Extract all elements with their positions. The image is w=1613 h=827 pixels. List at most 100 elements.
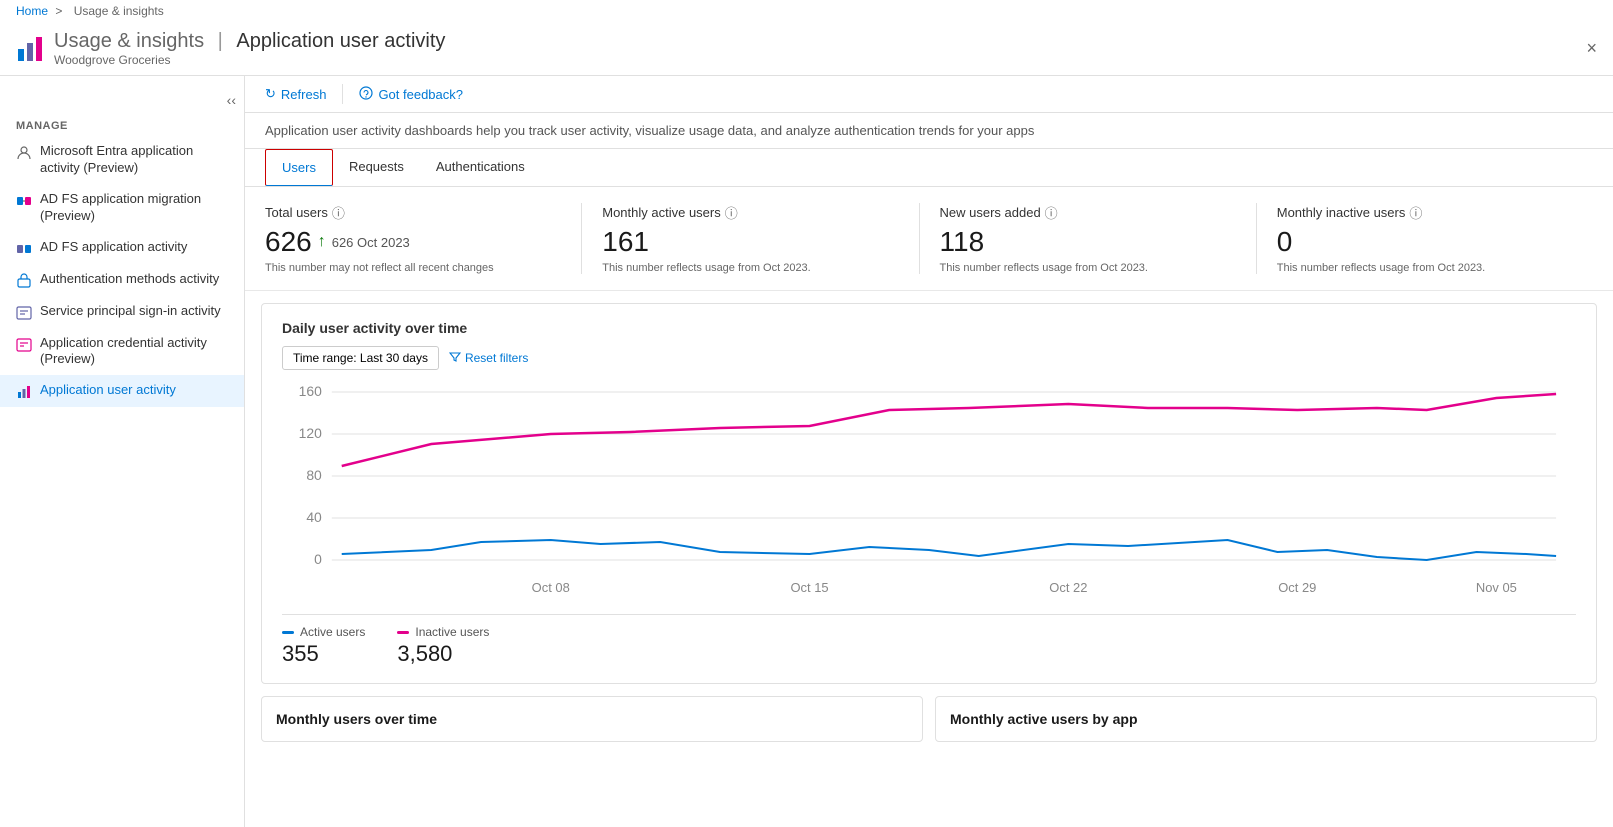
arrow-up-icon: ↑ <box>318 233 326 251</box>
sidebar-label-cred: Application credential activity (Preview… <box>40 335 228 369</box>
active-dot <box>282 631 294 634</box>
sidebar-label-sp: Service principal sign-in activity <box>40 303 221 320</box>
feedback-button[interactable]: Got feedback? <box>359 86 463 103</box>
svg-text:80: 80 <box>306 467 322 483</box>
breadcrumb-sep: > <box>55 4 62 18</box>
stat-new-label: New users added ⓘ <box>940 203 1236 222</box>
breadcrumb: Home > Usage & insights <box>0 0 1613 22</box>
collapse-button[interactable]: ‹‹ <box>227 92 236 108</box>
adfs-icon <box>16 193 32 209</box>
sidebar-label-entra: Microsoft Entra application activity (Pr… <box>40 143 228 177</box>
cred-icon <box>16 337 32 353</box>
svg-text:160: 160 <box>299 383 322 399</box>
adfs2-icon <box>16 241 32 257</box>
sidebar-section-manage: Manage <box>0 112 244 136</box>
inactive-dot <box>397 631 409 634</box>
sidebar-item-app-user[interactable]: Application user activity <box>0 375 244 407</box>
stat-total-users: Total users ⓘ 626 ↑ 626 Oct 2023 This nu… <box>265 203 582 274</box>
header-text: Usage & insights | Application user acti… <box>54 30 445 67</box>
stat-total-change: 626 Oct 2023 <box>332 235 410 250</box>
time-range-button[interactable]: Time range: Last 30 days <box>282 346 439 370</box>
legend-active-label: Active users <box>282 625 365 639</box>
page-title: Usage & insights | Application user acti… <box>54 30 445 53</box>
sidebar-item-service-principal[interactable]: Service principal sign-in activity <box>0 296 244 328</box>
refresh-button[interactable]: ↻ Refresh <box>265 86 326 102</box>
sidebar-label-auth: Authentication methods activity <box>40 271 219 288</box>
app-icon <box>16 384 32 400</box>
header-separator: | <box>218 30 223 52</box>
stat-new-users: New users added ⓘ 118 This number reflec… <box>940 203 1257 274</box>
auth-icon <box>16 273 32 289</box>
stat-total-value: 626 ↑ 626 Oct 2023 <box>265 226 561 258</box>
stat-inactive-value: 0 <box>1277 226 1573 258</box>
legend-inactive-value: 3,580 <box>397 641 489 667</box>
svg-text:120: 120 <box>299 425 322 441</box>
stat-inactive-label: Monthly inactive users ⓘ <box>1277 203 1573 222</box>
stat-monthly-inactive: Monthly inactive users ⓘ 0 This number r… <box>1277 203 1593 274</box>
legend-inactive: Inactive users 3,580 <box>397 625 489 667</box>
sidebar: ‹‹ Manage Microsoft Entra application ac… <box>0 76 245 827</box>
stat-total-label: Total users ⓘ <box>265 203 561 222</box>
stat-monthly-active-note: This number reflects usage from Oct 2023… <box>602 262 898 274</box>
chart-controls: Time range: Last 30 days Reset filters <box>282 346 1576 370</box>
monthly-users-title: Monthly users over time <box>276 711 908 727</box>
sidebar-item-adfs-migration[interactable]: AD FS application migration (Preview) <box>0 184 244 232</box>
sidebar-item-auth-methods[interactable]: Authentication methods activity <box>0 264 244 296</box>
main-layout: ‹‹ Manage Microsoft Entra application ac… <box>0 76 1613 827</box>
svg-text:40: 40 <box>306 509 322 525</box>
svg-text:Oct 08: Oct 08 <box>532 580 570 595</box>
stat-total-note: This number may not reflect all recent c… <box>265 262 561 274</box>
breadcrumb-home[interactable]: Home <box>16 4 48 18</box>
feedback-icon <box>359 86 373 103</box>
chart-area: 160 120 80 40 0 Oct 08 Oct 15 Oct 22 Oct… <box>282 382 1576 602</box>
svg-text:Oct 29: Oct 29 <box>1278 580 1316 595</box>
tab-authentications[interactable]: Authentications <box>420 149 541 186</box>
inactive-info-icon[interactable]: ⓘ <box>1409 203 1422 222</box>
description-text: Application user activity dashboards hel… <box>245 113 1613 149</box>
header: Usage & insights | Application user acti… <box>0 22 1613 76</box>
sidebar-item-adfs-activity[interactable]: AD FS application activity <box>0 232 244 264</box>
sidebar-label-adfs-act: AD FS application activity <box>40 239 187 256</box>
close-button[interactable]: × <box>1586 38 1597 59</box>
bottom-charts: Monthly users over time Monthly active u… <box>245 696 1613 758</box>
reset-label: Reset filters <box>465 351 528 365</box>
refresh-icon: ↻ <box>265 86 276 102</box>
stat-monthly-active-value: 161 <box>602 226 898 258</box>
stat-new-value: 118 <box>940 226 1236 258</box>
new-users-info-icon[interactable]: ⓘ <box>1045 203 1058 222</box>
tabs-bar: Users Requests Authentications <box>245 149 1613 187</box>
stat-monthly-active-label: Monthly active users ⓘ <box>602 203 898 222</box>
header-icon <box>16 35 44 63</box>
monthly-by-app-title: Monthly active users by app <box>950 711 1582 727</box>
toolbar-divider <box>342 84 343 104</box>
sidebar-item-entra-app[interactable]: Microsoft Entra application activity (Pr… <box>0 136 244 184</box>
sidebar-collapse: ‹‹ <box>0 88 244 112</box>
sidebar-label-adfs-mig: AD FS application migration (Preview) <box>40 191 228 225</box>
toolbar: ↻ Refresh Got feedback? <box>245 76 1613 113</box>
bottom-chart-monthly-by-app: Monthly active users by app <box>935 696 1597 742</box>
feedback-label: Got feedback? <box>378 87 463 102</box>
main-content: ↻ Refresh Got feedback? Application user… <box>245 76 1613 827</box>
sidebar-label-app-user: Application user activity <box>40 382 176 399</box>
chart-section: Daily user activity over time Time range… <box>261 303 1597 684</box>
stat-inactive-note: This number reflects usage from Oct 2023… <box>1277 262 1573 274</box>
svg-text:Oct 22: Oct 22 <box>1049 580 1087 595</box>
tab-users[interactable]: Users <box>265 149 333 186</box>
legend-active-value: 355 <box>282 641 365 667</box>
org-name: Woodgrove Groceries <box>54 53 445 67</box>
chart-svg: 160 120 80 40 0 Oct 08 Oct 15 Oct 22 Oct… <box>282 382 1576 602</box>
svg-text:Oct 15: Oct 15 <box>790 580 828 595</box>
tab-requests[interactable]: Requests <box>333 149 420 186</box>
legend-inactive-label: Inactive users <box>397 625 489 639</box>
bottom-chart-monthly-users: Monthly users over time <box>261 696 923 742</box>
sidebar-item-app-credential[interactable]: Application credential activity (Preview… <box>0 328 244 376</box>
svg-text:Nov 05: Nov 05 <box>1476 580 1517 595</box>
monthly-active-info-icon[interactable]: ⓘ <box>725 203 738 222</box>
legend-active: Active users 355 <box>282 625 365 667</box>
breadcrumb-current: Usage & insights <box>74 4 164 18</box>
reset-filters-button[interactable]: Reset filters <box>449 351 528 366</box>
stat-new-note: This number reflects usage from Oct 2023… <box>940 262 1236 274</box>
total-info-icon[interactable]: ⓘ <box>332 203 345 222</box>
person-icon <box>16 145 32 161</box>
stat-monthly-active: Monthly active users ⓘ 161 This number r… <box>602 203 919 274</box>
